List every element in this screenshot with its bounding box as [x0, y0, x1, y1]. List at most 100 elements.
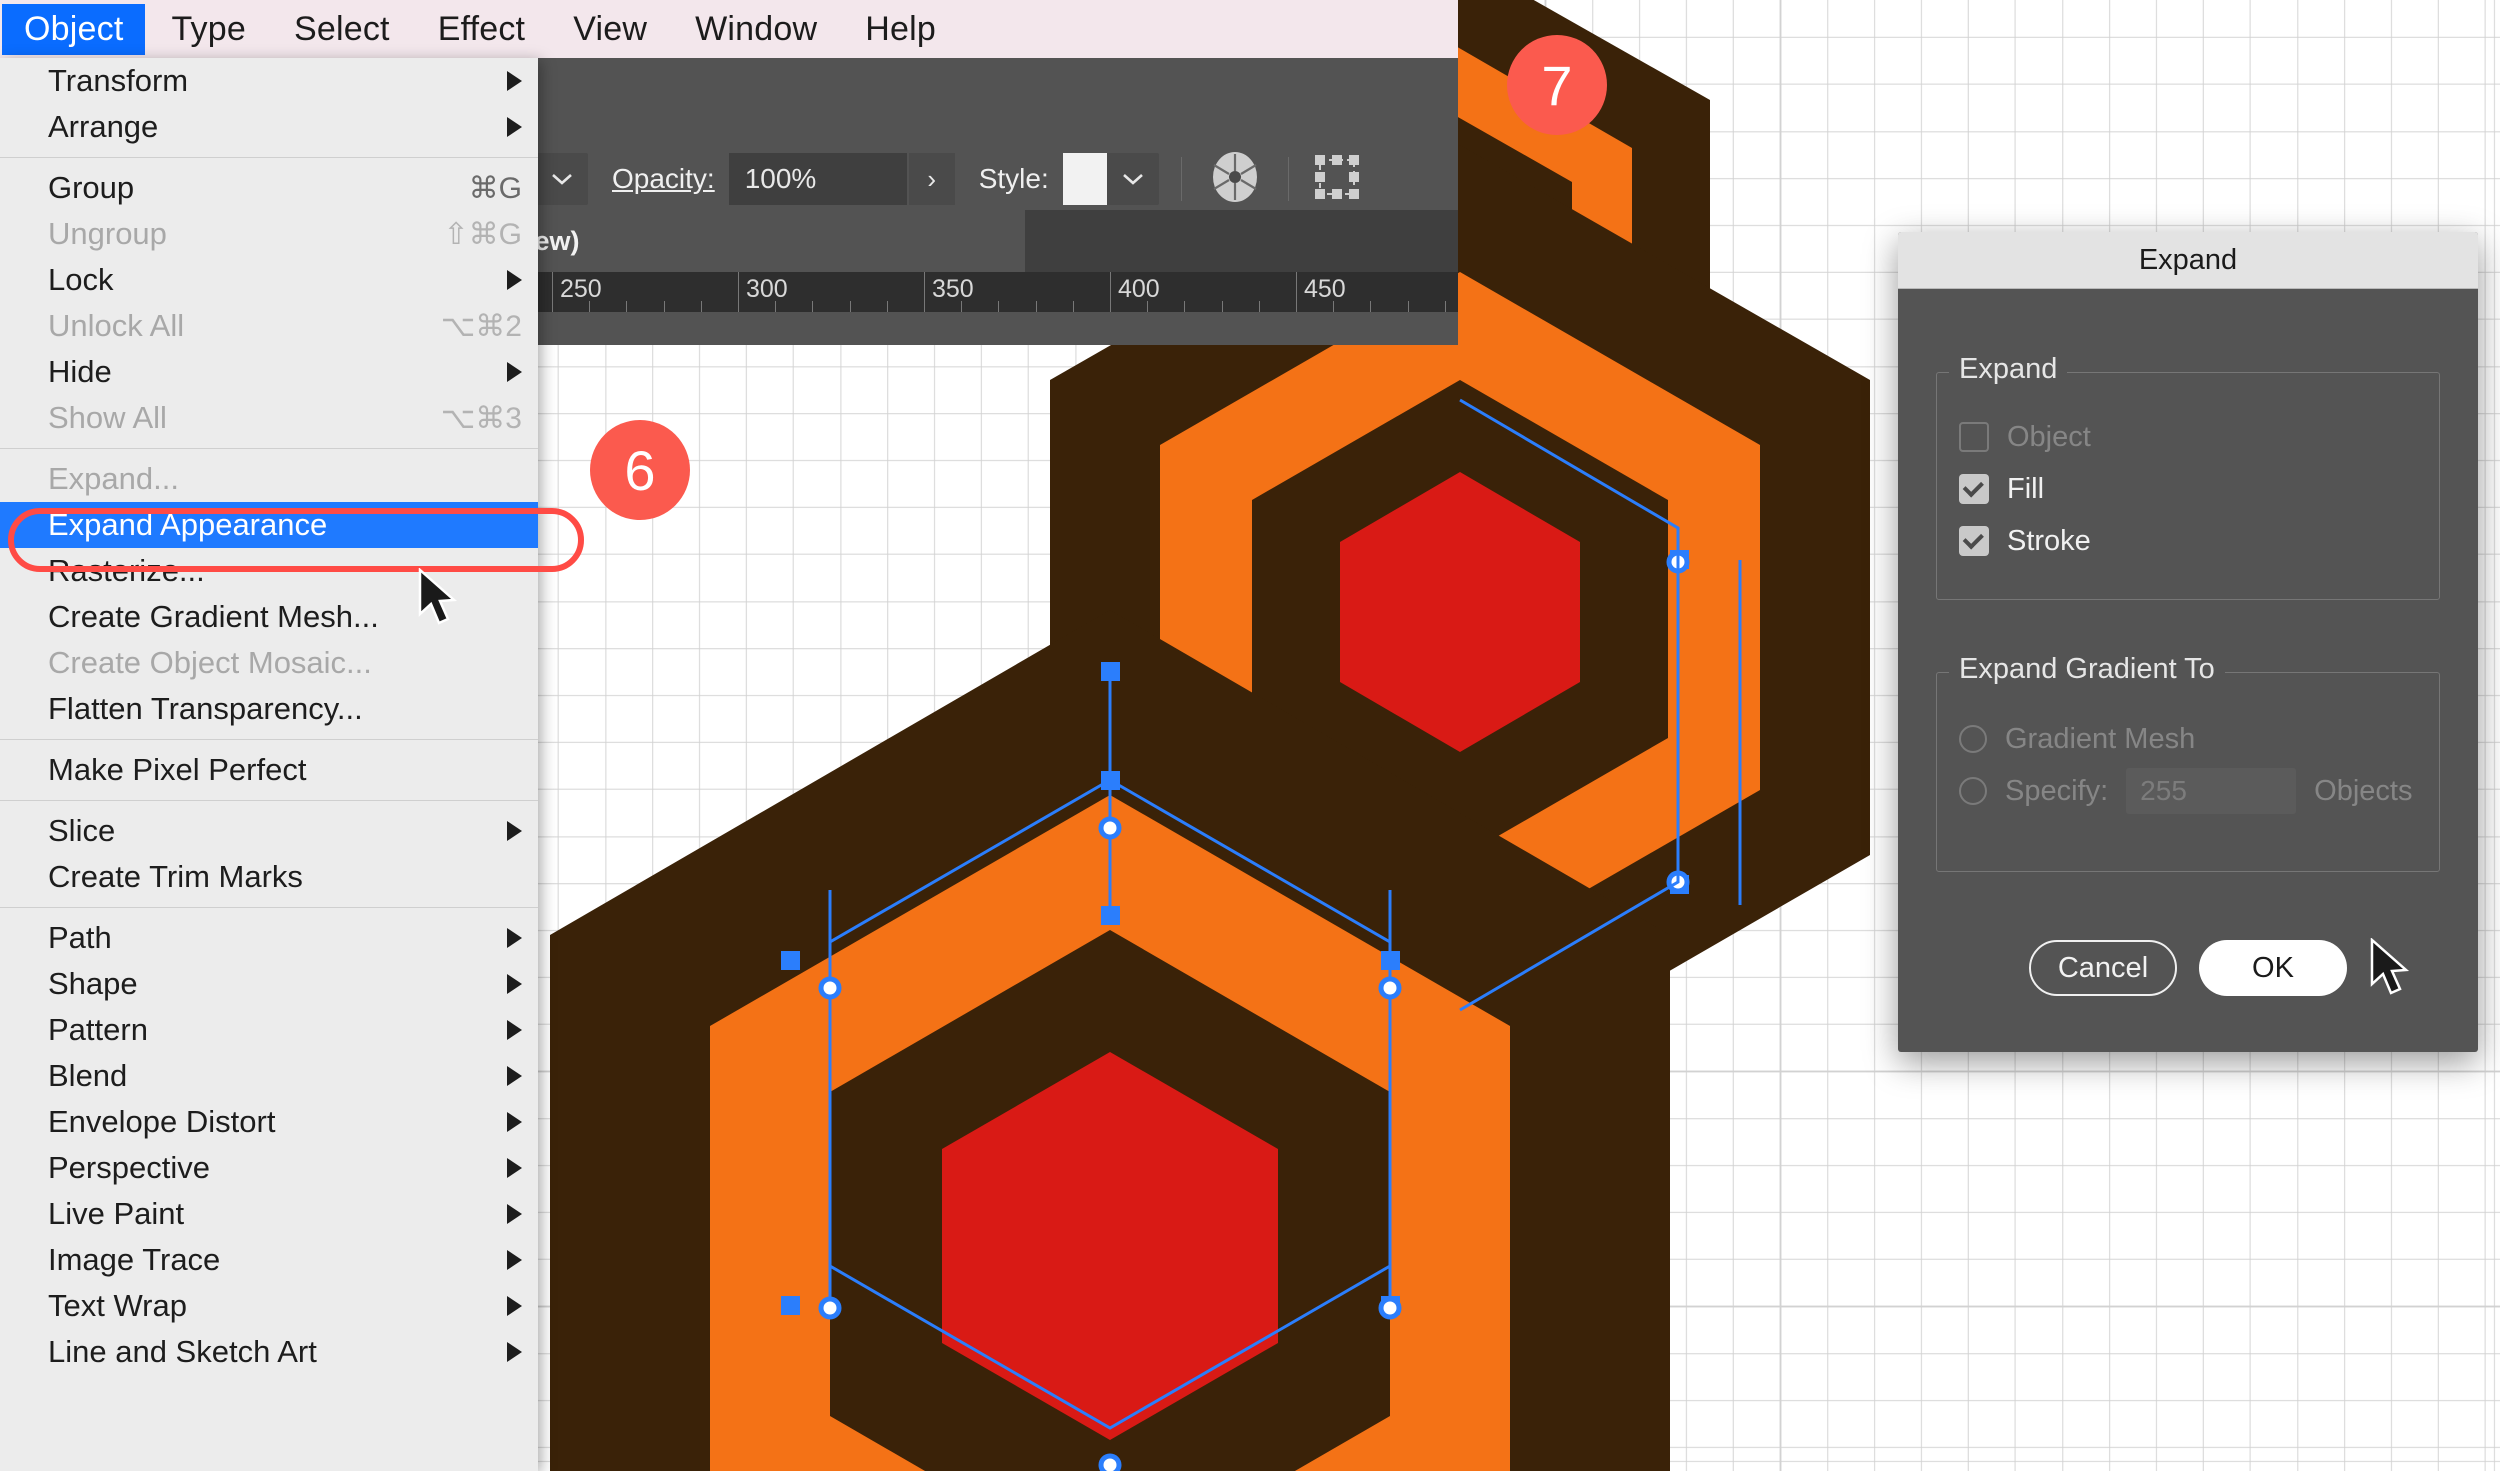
- object-menu-dropdown[interactable]: Transform Arrange Group ⌘G Ungroup ⇧⌘G Lock Unl…: [0, 58, 538, 1471]
- transform-bounds-icon[interactable]: [1311, 151, 1363, 208]
- menubar-item-type[interactable]: Type: [149, 4, 268, 55]
- menu-item-shortcut: ⌥⌘3: [440, 401, 522, 435]
- menu-item-live-paint[interactable]: Live Paint: [0, 1191, 538, 1237]
- ruler-minor-tick: [589, 301, 591, 312]
- expand-fill-checkbox-row[interactable]: Fill: [1937, 463, 2439, 515]
- menu-item-group[interactable]: Group ⌘G: [0, 165, 538, 211]
- ruler-major-tick: [924, 272, 925, 312]
- fill-checkbox-label: Fill: [2007, 472, 2045, 505]
- menu-item-slice[interactable]: Slice: [0, 808, 538, 854]
- submenu-arrow-icon: [507, 1066, 522, 1086]
- expand-stroke-checkbox-row[interactable]: Stroke: [1937, 515, 2439, 567]
- object-checkbox-label: Object: [2007, 420, 2091, 453]
- menu-item-hide[interactable]: Hide: [0, 349, 538, 395]
- stroke-checkbox-icon[interactable]: [1959, 526, 1989, 556]
- menubar-item-view[interactable]: View: [551, 4, 669, 55]
- cancel-button-label: Cancel: [2057, 951, 2149, 984]
- ruler-minor-tick: [1035, 301, 1037, 312]
- menubar-item-help[interactable]: Help: [843, 4, 958, 55]
- gradient-mesh-radio-row[interactable]: Gradient Mesh: [1937, 713, 2439, 765]
- menu-mouse-cursor-icon: [418, 568, 458, 625]
- submenu-arrow-icon: [507, 1342, 522, 1362]
- menu-item-ungroup: Ungroup ⇧⌘G: [0, 211, 538, 257]
- submenu-arrow-icon: [507, 117, 522, 137]
- ruler-label: 300: [746, 275, 788, 303]
- menubar-item-object[interactable]: Object: [2, 3, 146, 55]
- menu-item-perspective[interactable]: Perspective: [0, 1145, 538, 1191]
- menu-item-text-wrap[interactable]: Text Wrap: [0, 1283, 538, 1329]
- menu-item-pattern[interactable]: Pattern: [0, 1007, 538, 1053]
- gradient-mesh-radio-icon[interactable]: [1959, 725, 1987, 753]
- menu-item-label: Text Wrap: [48, 1288, 187, 1323]
- expand-object-checkbox-row[interactable]: Object: [1937, 411, 2439, 463]
- object-checkbox-icon[interactable]: [1959, 422, 1989, 452]
- submenu-arrow-icon: [507, 974, 522, 994]
- specify-objects-input[interactable]: 255: [2126, 768, 2297, 814]
- menu-item-flatten-transparency[interactable]: Flatten Transparency...: [0, 686, 538, 732]
- menu-item-blend[interactable]: Blend: [0, 1053, 538, 1099]
- menubar-item-window[interactable]: Window: [673, 4, 839, 55]
- application-menubar[interactable]: Object Type Select Effect View Window Help: [0, 0, 1458, 58]
- brush-dropdown-caret-icon[interactable]: [536, 153, 588, 205]
- ruler-major-tick: [738, 272, 739, 312]
- submenu-arrow-icon: [507, 71, 522, 91]
- specify-radio-icon[interactable]: [1959, 777, 1987, 805]
- menu-item-create-object-mosaic: Create Object Mosaic...: [0, 640, 538, 686]
- menu-separator: [0, 907, 538, 908]
- expand-fieldset-legend: Expand: [1949, 353, 2068, 386]
- menu-item-unlock-all: Unlock All ⌥⌘2: [0, 303, 538, 349]
- opacity-options-icon[interactable]: ›: [908, 153, 955, 205]
- ruler-label: 400: [1118, 275, 1160, 303]
- menu-item-envelope-distort[interactable]: Envelope Distort: [0, 1099, 538, 1145]
- menu-item-lock[interactable]: Lock: [0, 257, 538, 303]
- toolbar-divider: [1180, 157, 1182, 201]
- objects-unit-label: Objects: [2314, 774, 2413, 807]
- style-dropdown-caret-icon[interactable]: [1106, 153, 1159, 205]
- submenu-arrow-icon: [507, 821, 522, 841]
- step-badge-7: 7: [1507, 35, 1607, 135]
- dialog-titlebar: Expand: [1898, 232, 2478, 289]
- cancel-button[interactable]: Cancel: [2029, 940, 2177, 996]
- opacity-input[interactable]: 100%: [728, 153, 907, 205]
- menu-item-image-trace[interactable]: Image Trace: [0, 1237, 538, 1283]
- specify-radio-row[interactable]: Specify: 255 Objects: [1937, 765, 2439, 817]
- opacity-label: Opacity:: [612, 163, 715, 194]
- ruler-minor-tick: [849, 301, 851, 312]
- menu-item-label: Hide: [48, 354, 112, 389]
- menu-item-line-and-sketch-art[interactable]: Line and Sketch Art: [0, 1329, 538, 1375]
- menu-separator: [0, 800, 538, 801]
- menubar-item-select[interactable]: Select: [272, 4, 412, 55]
- recolor-artwork-icon[interactable]: [1210, 149, 1260, 210]
- toolbar-divider-2: [1287, 157, 1289, 201]
- menubar-item-effect[interactable]: Effect: [416, 4, 548, 55]
- specify-objects-value: 255: [2140, 775, 2187, 806]
- menu-item-label: Expand Appearance: [48, 507, 328, 542]
- ruler-minor-tick: [1072, 301, 1074, 312]
- menu-item-label: Shape: [48, 966, 138, 1001]
- submenu-arrow-icon: [507, 1158, 522, 1178]
- style-swatch[interactable]: [1062, 153, 1107, 205]
- menu-item-expand-appearance[interactable]: Expand Appearance: [0, 502, 538, 548]
- menu-item-create-trim-marks[interactable]: Create Trim Marks: [0, 854, 538, 900]
- menu-item-label: Arrange: [48, 109, 159, 144]
- ruler-label: 350: [932, 275, 974, 303]
- menu-item-path[interactable]: Path: [0, 915, 538, 961]
- menu-item-label: Unlock All: [48, 308, 185, 343]
- expand-gradient-fieldset: Expand Gradient To Gradient Mesh Specify…: [1936, 653, 2440, 872]
- ok-button[interactable]: OK: [2199, 940, 2347, 996]
- fill-checkbox-icon[interactable]: [1959, 474, 1989, 504]
- menu-item-shape[interactable]: Shape: [0, 961, 538, 1007]
- menu-item-transform[interactable]: Transform: [0, 58, 538, 104]
- menu-separator: [0, 448, 538, 449]
- specify-radio-label: Specify:: [2005, 774, 2109, 807]
- ruler-minor-tick: [1370, 301, 1372, 312]
- menu-item-show-all: Show All ⌥⌘3: [0, 395, 538, 441]
- menu-item-arrange[interactable]: Arrange: [0, 104, 538, 150]
- style-label: Style:: [978, 163, 1049, 194]
- expand-gradient-fieldset-legend: Expand Gradient To: [1949, 653, 2225, 686]
- ruler-major-tick: [1110, 272, 1111, 312]
- menu-item-make-pixel-perfect[interactable]: Make Pixel Perfect: [0, 747, 538, 793]
- menu-item-shortcut: ⇧⌘G: [443, 217, 522, 251]
- ruler-minor-tick: [961, 301, 963, 312]
- expand-dialog[interactable]: Expand Expand Object Fill Stroke Expand …: [1898, 232, 2478, 1052]
